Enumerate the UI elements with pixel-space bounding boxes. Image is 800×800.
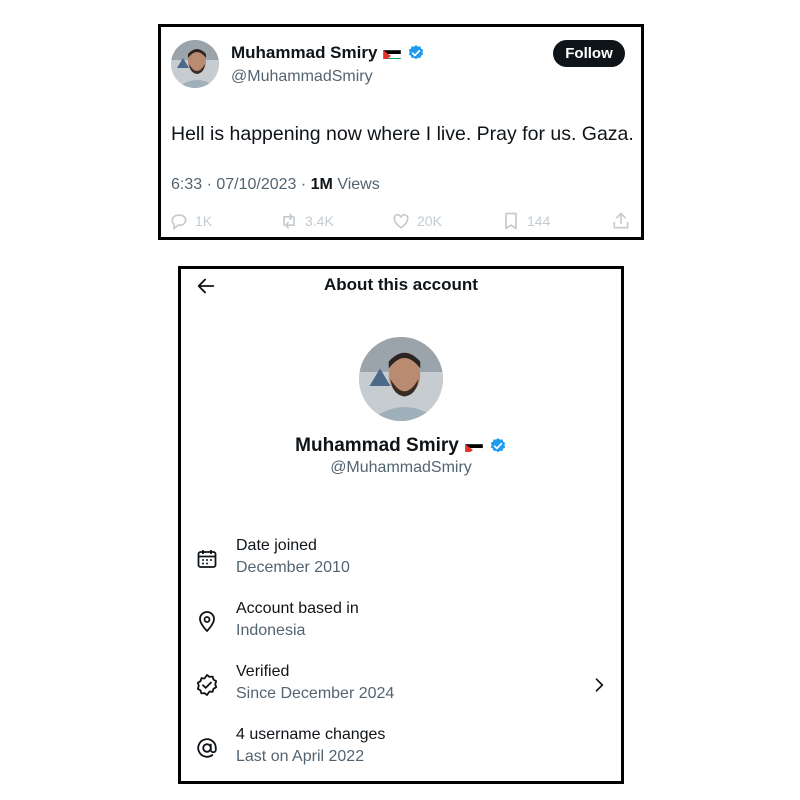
tweet-text: Hell is happening now where I live. Pray… [171,123,634,145]
calendar-icon [197,550,217,568]
tweet-author-name-row[interactable]: Muhammad Smiry [231,43,425,63]
tweet-author-name[interactable]: Muhammad Smiry [231,43,377,63]
account-based-in-label: Account based in [236,600,359,617]
verified-label: Verified [236,663,290,680]
reply-icon [171,214,187,231]
verified-badge-icon [489,437,507,455]
page-title: About this account [324,275,478,294]
tweet-card: Muhammad Smiry @MuhammadSmiry Follow Hel… [158,24,644,240]
like-button[interactable]: 20K [391,211,442,231]
retweet-count: 3.4K [305,213,334,229]
date-joined-value: December 2010 [236,559,350,576]
like-count: 20K [417,213,442,229]
share-icon [613,212,629,229]
profile-avatar[interactable] [359,337,443,421]
like-icon [393,213,409,229]
tweet-avatar[interactable] [171,40,219,88]
profile-display-name: Muhammad Smiry [295,435,459,456]
retweet-button[interactable]: 3.4K [279,211,334,231]
about-account-card: About this account Muhammad Smiry @Muham… [178,266,624,784]
tweet-meta: 6:33 · 07/10/2023 · 1M Views [171,176,380,194]
verified-value: Since December 2024 [236,685,395,702]
date-joined-label: Date joined [236,537,317,554]
palestine-flag-icon [464,440,483,452]
share-button[interactable] [611,211,631,231]
info-row-account-based-in: Account based in Indonesia [195,600,615,652]
profile-name-row: Muhammad Smiry [181,435,621,457]
tweet-views-count: 1M [310,176,333,193]
verified-outline-icon [196,674,218,696]
account-based-in-value: Indonesia [236,622,306,639]
palestine-flag-icon [383,47,402,59]
follow-button[interactable]: Follow [553,40,625,67]
profile-handle: @MuhammadSmiry [330,459,472,476]
info-row-date-joined: Date joined December 2010 [195,537,615,589]
at-sign-icon [197,738,217,758]
tweet-views-label: Views [332,176,380,193]
username-changes-label: 4 username changes [236,726,386,743]
bookmark-button[interactable]: 144 [501,211,550,231]
chevron-right-icon[interactable] [589,675,609,695]
tweet-action-bar: 1K 3.4K 20K 144 [161,211,641,237]
verified-badge-icon[interactable] [407,44,425,62]
tweet-timestamp[interactable]: 6:33 · 07/10/2023 · [171,176,311,193]
retweet-icon [283,213,295,229]
reply-button[interactable]: 1K [169,211,212,231]
tweet-author-handle[interactable]: @MuhammadSmiry [231,68,373,86]
info-row-username-changes: 4 username changes Last on April 2022 [195,726,615,778]
location-pin-icon [199,611,215,633]
info-row-verified[interactable]: Verified Since December 2024 [195,663,615,715]
username-changes-value: Last on April 2022 [236,748,365,765]
reply-count: 1K [195,213,213,229]
bookmark-count: 144 [527,213,551,229]
bookmark-icon [505,212,517,230]
